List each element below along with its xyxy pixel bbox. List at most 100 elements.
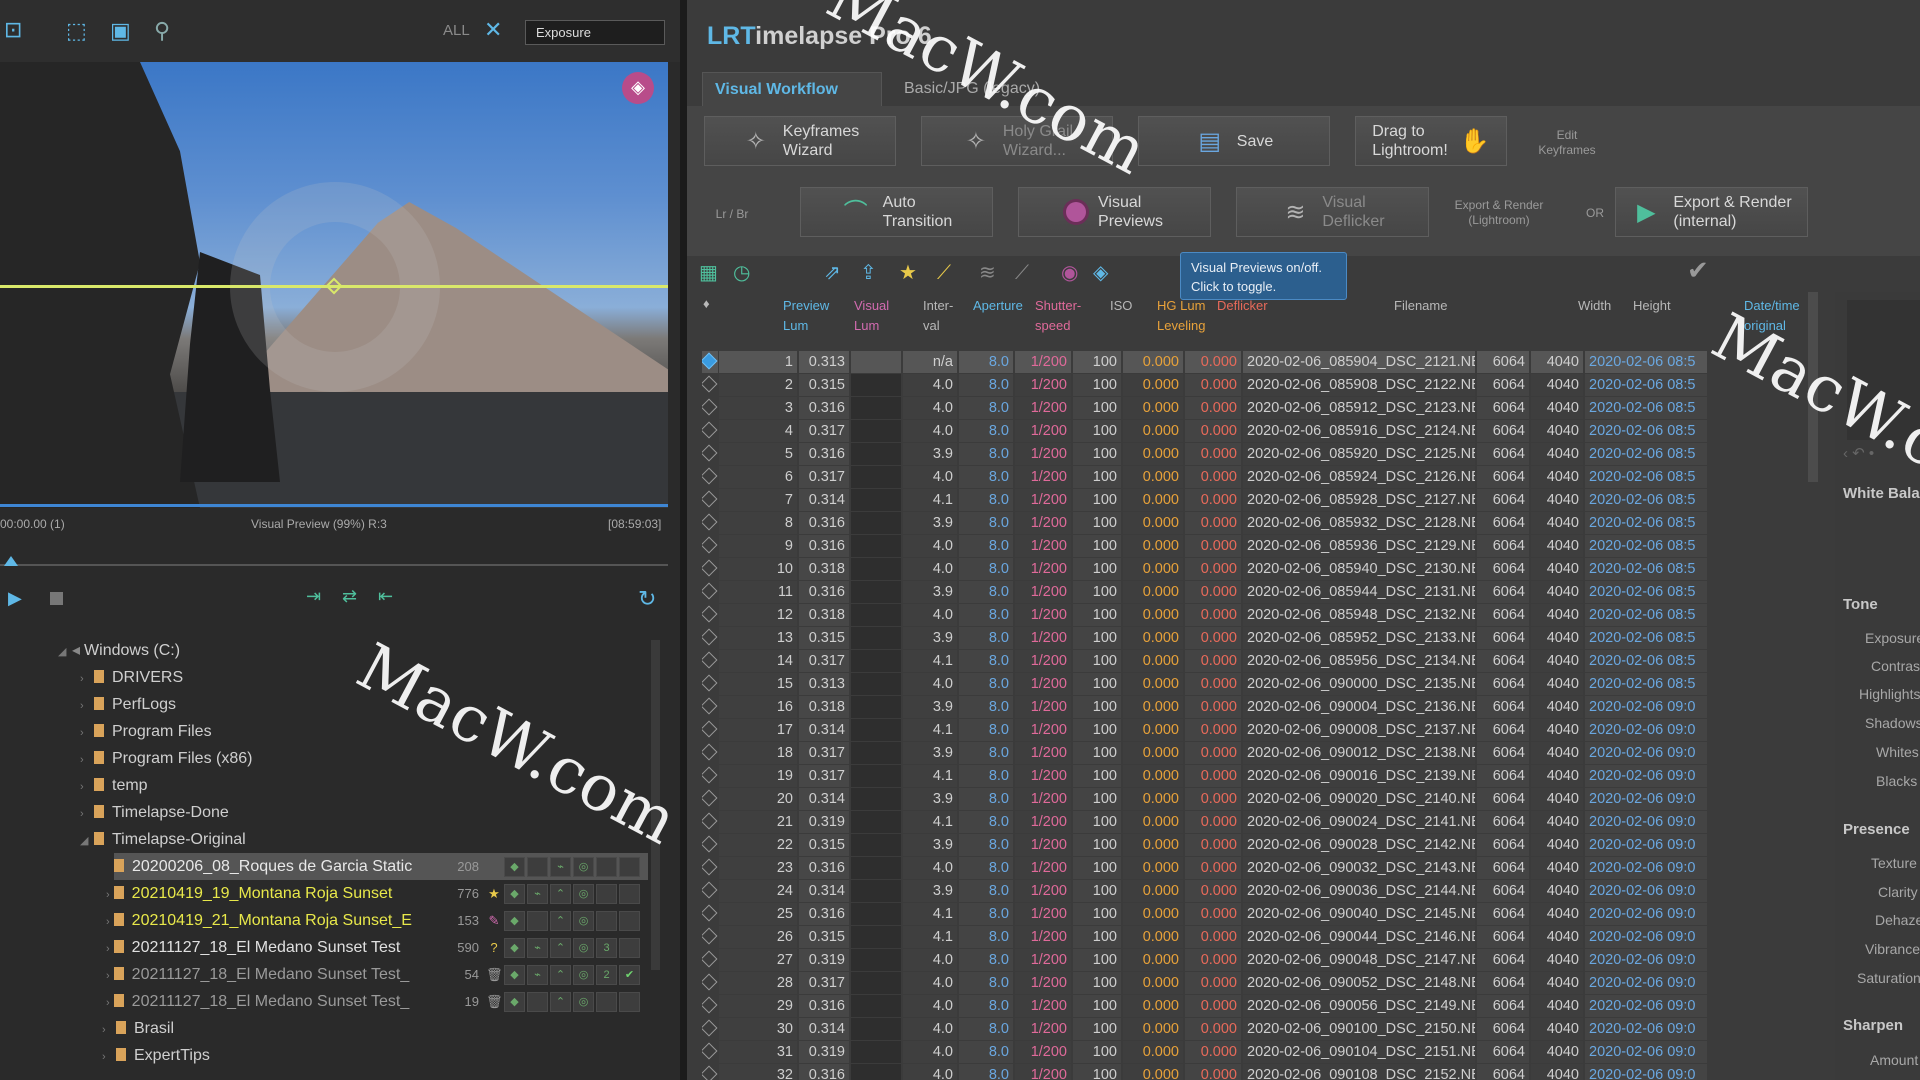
col-width[interactable]: Width xyxy=(1578,296,1611,316)
col-keyframe[interactable]: ♦ xyxy=(703,294,710,314)
refresh-icon[interactable]: ↻ xyxy=(638,586,656,612)
select-area-icon[interactable]: ⬚ xyxy=(66,19,87,43)
keyframe-diamond-icon[interactable] xyxy=(702,420,718,442)
metadata-filter-field[interactable]: Exposure xyxy=(525,20,665,45)
history-icon[interactable]: ◷ xyxy=(733,262,750,284)
filter-all-label[interactable]: ALL xyxy=(443,22,470,39)
keyframe-diamond-icon[interactable] xyxy=(702,995,718,1017)
table-row[interactable]: 25 0.316 4.1 8.0 1/200 100 0.000 0.000 2020-02-0… xyxy=(687,903,1807,926)
keyframe-diamond-icon[interactable] xyxy=(702,811,718,833)
table-row[interactable]: 19 0.317 4.1 8.0 1/200 100 0.000 0.000 2020-02-0… xyxy=(687,765,1807,788)
table-row[interactable]: 15 0.313 4.0 8.0 1/200 100 0.000 0.000 2020-02-0… xyxy=(687,673,1807,696)
sequence-item[interactable]: › 20210419_21_Montana Roja Sunset_E 153 ✎ ◆ ⌃… xyxy=(106,907,648,934)
check-icon[interactable]: ✔ xyxy=(1687,255,1709,286)
keyframe-diamond-icon[interactable] xyxy=(702,673,718,695)
table-row[interactable]: 20 0.314 3.9 8.0 1/200 100 0.000 0.000 2020-02-0… xyxy=(687,788,1807,811)
table-row[interactable]: 28 0.317 4.0 8.0 1/200 100 0.000 0.000 2020-02-0… xyxy=(687,972,1807,995)
table-row[interactable]: 4 0.317 4.0 8.0 1/200 100 0.000 0.000 2020-02-06… xyxy=(687,420,1807,443)
stop-icon[interactable] xyxy=(50,592,63,605)
keyframe-diamond-icon[interactable] xyxy=(702,788,718,810)
export-render-internal-button[interactable]: ▶ Export & Render (internal) xyxy=(1615,187,1808,237)
col-interval[interactable]: Inter- val xyxy=(923,296,953,336)
tree-scrollbar[interactable] xyxy=(651,640,660,970)
table-row[interactable]: 11 0.316 3.9 8.0 1/200 100 0.000 0.000 2020-02-0… xyxy=(687,581,1807,604)
keyframe-diamond-icon[interactable] xyxy=(702,581,718,603)
save-meta-icon[interactable]: ⇪ xyxy=(860,262,877,284)
export-frame-icon[interactable]: ⇥ xyxy=(306,586,321,607)
keyframe-diamond-icon[interactable] xyxy=(702,466,718,488)
table-row[interactable]: 1 0.313 n/a 8.0 1/200 100 0.000 0.000 2020-02-06… xyxy=(687,351,1807,374)
table-row[interactable]: 18 0.317 3.9 8.0 1/200 100 0.000 0.000 2020-02-0… xyxy=(687,742,1807,765)
keyframe-diamond-icon[interactable] xyxy=(702,443,718,465)
keyframes-wizard-button[interactable]: ✧ Keyframes Wizard xyxy=(704,116,896,166)
sequence-item[interactable]: › 20211127_18_El Medano Sunset Test_ 19 🗑 ◆ ⌃… xyxy=(106,988,648,1015)
table-row[interactable]: 2 0.315 4.0 8.0 1/200 100 0.000 0.000 2020-02-06… xyxy=(687,374,1807,397)
keyframe-toggle-icon[interactable]: ◈ xyxy=(1093,262,1108,284)
keyframe-diamond-icon[interactable] xyxy=(702,1018,718,1040)
grid-icon[interactable]: ▦ xyxy=(699,262,718,284)
table-row[interactable]: 17 0.314 4.1 8.0 1/200 100 0.000 0.000 2020-02-0… xyxy=(687,719,1807,742)
table-row[interactable]: 10 0.318 4.0 8.0 1/200 100 0.000 0.000 2020-02-0… xyxy=(687,558,1807,581)
keyframe-diamond-icon[interactable] xyxy=(702,696,718,718)
tree-drive[interactable]: ◢ ◂ Windows (C:) xyxy=(58,637,180,664)
keyframe-diamond-icon[interactable] xyxy=(702,949,718,971)
keyframe-diamond-icon[interactable] xyxy=(702,489,718,511)
tab-basic-jpg[interactable]: Basic/JPG (legacy) xyxy=(892,72,1052,106)
keyframe-diamond-icon[interactable] xyxy=(702,719,718,741)
table-row[interactable]: 21 0.319 4.1 8.0 1/200 100 0.000 0.000 2020-02-0… xyxy=(687,811,1807,834)
play-icon[interactable]: ▶ xyxy=(8,588,22,609)
white-balance-section[interactable]: White Bala xyxy=(1843,485,1920,502)
table-row[interactable]: 6 0.317 4.0 8.0 1/200 100 0.000 0.000 2020-02-06… xyxy=(687,466,1807,489)
search-icon[interactable]: ⚲ xyxy=(154,19,170,43)
keyframe-diamond-icon[interactable] xyxy=(702,512,718,534)
col-aperture[interactable]: Aperture xyxy=(973,296,1023,316)
keyframe-diamond-icon[interactable] xyxy=(702,857,718,879)
table-row[interactable]: 13 0.315 3.9 8.0 1/200 100 0.000 0.000 2020-02-0… xyxy=(687,627,1807,650)
table-row[interactable]: 32 0.316 4.0 8.0 1/200 100 0.000 0.000 2020-02-0… xyxy=(687,1064,1807,1080)
scrubber-handle[interactable] xyxy=(4,556,18,566)
keyframe-diamond-icon[interactable] xyxy=(702,397,718,419)
ramp-icon[interactable]: ⟋ xyxy=(937,262,951,284)
keyframe-diamond-icon[interactable] xyxy=(702,742,718,764)
keyframe-diamond-icon[interactable] xyxy=(702,926,718,948)
table-row[interactable]: 29 0.316 4.0 8.0 1/200 100 0.000 0.000 2020-02-0… xyxy=(687,995,1807,1018)
drag-to-lightroom-button[interactable]: Drag to Lightroom! ✋ xyxy=(1355,116,1507,166)
holy-grail-wizard-button[interactable]: ✧ Holy Grail Wizard... xyxy=(921,116,1113,166)
timeline-scrubber[interactable] xyxy=(0,564,668,566)
sequence-item[interactable]: 20200206_08_Roques de Garcia Static 208 ◆ ⌁… xyxy=(114,853,648,880)
reload-icon[interactable]: ⇗ xyxy=(824,262,841,284)
keyframe-diamond-icon[interactable] xyxy=(702,1064,718,1080)
export-lightroom-label[interactable]: Export & Render (Lightroom) xyxy=(1444,198,1554,228)
table-row[interactable]: 24 0.314 3.9 8.0 1/200 100 0.000 0.000 2020-02-0… xyxy=(687,880,1807,903)
nav-arrows-icon[interactable]: ‹ ↶ • xyxy=(1843,444,1874,462)
col-shutter[interactable]: Shutter- speed xyxy=(1035,296,1081,336)
graph-tool-icon[interactable]: ⟋ xyxy=(1015,262,1029,284)
keyframe-diamond-icon[interactable] xyxy=(702,650,718,672)
deflicker-tool-icon[interactable]: ≋ xyxy=(979,262,996,284)
col-filename[interactable]: Filename xyxy=(1394,296,1447,316)
table-row[interactable]: 7 0.314 4.1 8.0 1/200 100 0.000 0.000 2020-02-06… xyxy=(687,489,1807,512)
sharpen-section[interactable]: Sharpen xyxy=(1843,1017,1903,1034)
keyframe-diamond-icon[interactable] xyxy=(702,1041,718,1063)
col-datetime[interactable]: Date/time original xyxy=(1744,296,1800,336)
table-row[interactable]: 12 0.318 4.0 8.0 1/200 100 0.000 0.000 2020-02-0… xyxy=(687,604,1807,627)
keyframe-diamond-icon[interactable] xyxy=(702,834,718,856)
tree-folder[interactable]: › Brasil xyxy=(102,1015,174,1042)
tree-folder[interactable]: › Program Files xyxy=(80,718,212,745)
col-hg-leveling[interactable]: HG Lum Leveling xyxy=(1157,296,1205,336)
visual-previews-button[interactable]: Visual Previews xyxy=(1018,187,1211,237)
table-row[interactable]: 8 0.316 3.9 8.0 1/200 100 0.000 0.000 2020-02-06… xyxy=(687,512,1807,535)
sequence-item[interactable]: › 20211127_18_El Medano Sunset Test 590? ◆ ⌁… xyxy=(106,934,648,961)
col-visual-lum[interactable]: Visual Lum xyxy=(854,296,889,336)
keyframe-diamond-icon[interactable] xyxy=(702,765,718,787)
tree-folder[interactable]: › Timelapse-Done xyxy=(80,799,229,826)
table-row[interactable]: 27 0.319 4.0 8.0 1/200 100 0.000 0.000 2020-02-0… xyxy=(687,949,1807,972)
col-deflicker[interactable]: Deflicker xyxy=(1217,296,1268,316)
image-icon[interactable]: ▣ xyxy=(110,19,131,43)
visual-previews-toggle-icon[interactable]: ◉ xyxy=(1061,262,1078,284)
col-preview-lum[interactable]: Preview Lum xyxy=(783,296,829,336)
table-row[interactable]: 30 0.314 4.0 8.0 1/200 100 0.000 0.000 2020-02-0… xyxy=(687,1018,1807,1041)
import-frame-icon[interactable]: ⇄ xyxy=(342,586,357,607)
tree-folder[interactable]: › ExpertTips xyxy=(102,1042,210,1069)
table-row[interactable]: 9 0.316 4.0 8.0 1/200 100 0.000 0.000 2020-02-06… xyxy=(687,535,1807,558)
